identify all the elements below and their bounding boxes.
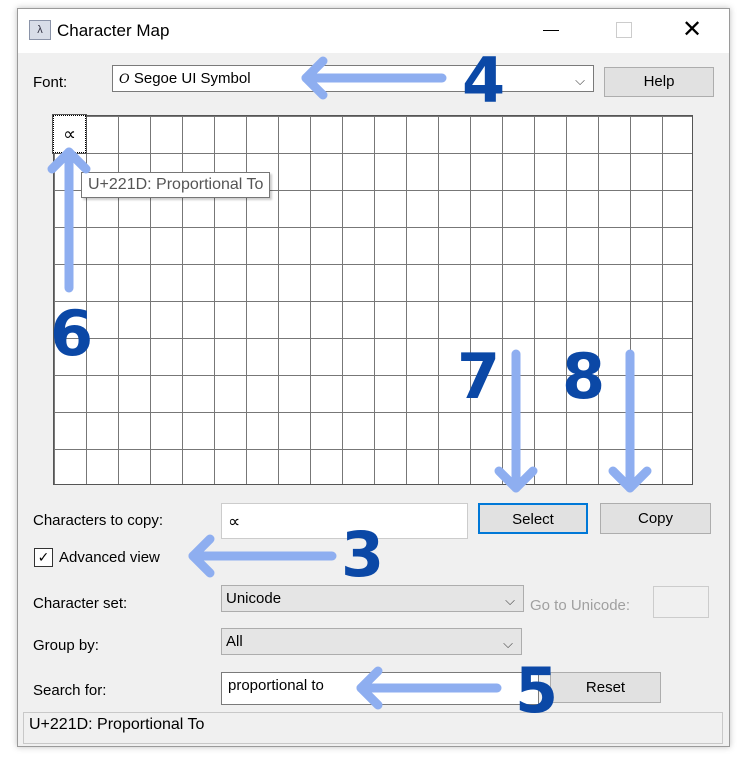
annotation-arrows [47, 56, 652, 710]
annotation-number-6: 6 [50, 297, 94, 370]
arrow-4 [301, 56, 447, 100]
annotation-number-4: 4 [462, 44, 506, 117]
annotation-number-8: 8 [562, 340, 606, 413]
arrow-7 [494, 349, 538, 493]
arrow-3 [188, 534, 337, 578]
annotation-number-7: 7 [457, 340, 501, 413]
annotation-number-3: 3 [341, 518, 385, 591]
arrow-6 [47, 147, 91, 293]
arrow-5 [356, 666, 502, 710]
arrow-8 [608, 349, 652, 493]
annotation-number-5: 5 [515, 654, 559, 727]
